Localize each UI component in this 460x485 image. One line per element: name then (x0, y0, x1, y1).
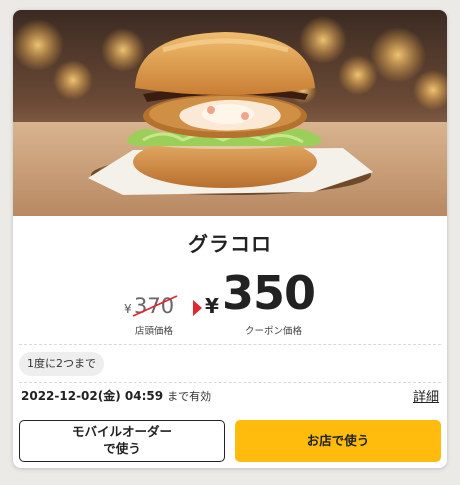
coupon-price: 350 (222, 266, 316, 320)
expiry-suffix: まで有効 (167, 390, 212, 403)
use-in-store-button[interactable]: お店で使う (235, 420, 441, 462)
divider (19, 344, 441, 345)
product-name: グラコロ (188, 232, 272, 256)
mobile-order-button[interactable]: モバイルオーダー で使う (19, 420, 225, 462)
price-arrow-icon (193, 300, 202, 316)
coupon-card[interactable]: グラコロ ¥ 370 店頭価格 ¥ 350 クーポン価格 1度に2つまで 202… (13, 10, 447, 468)
coupon-price-label: クーポン価格 (245, 326, 303, 337)
divider (19, 382, 441, 383)
details-link[interactable]: 詳細 (413, 386, 439, 405)
usage-limit-badge: 1度に2つまで (19, 352, 104, 376)
expiry-info: 2022-12-02(金) 04:59 まで有効 (21, 387, 211, 404)
expiry-date: 2022-12-02(金) 04:59 (21, 389, 164, 403)
old-price-label: 店頭価格 (135, 326, 174, 337)
strikethrough-line (132, 295, 178, 317)
new-price-currency: ¥ (205, 294, 219, 318)
product-image (13, 10, 447, 216)
price-area: ¥ 370 店頭価格 ¥ 350 クーポン価格 (13, 266, 447, 337)
